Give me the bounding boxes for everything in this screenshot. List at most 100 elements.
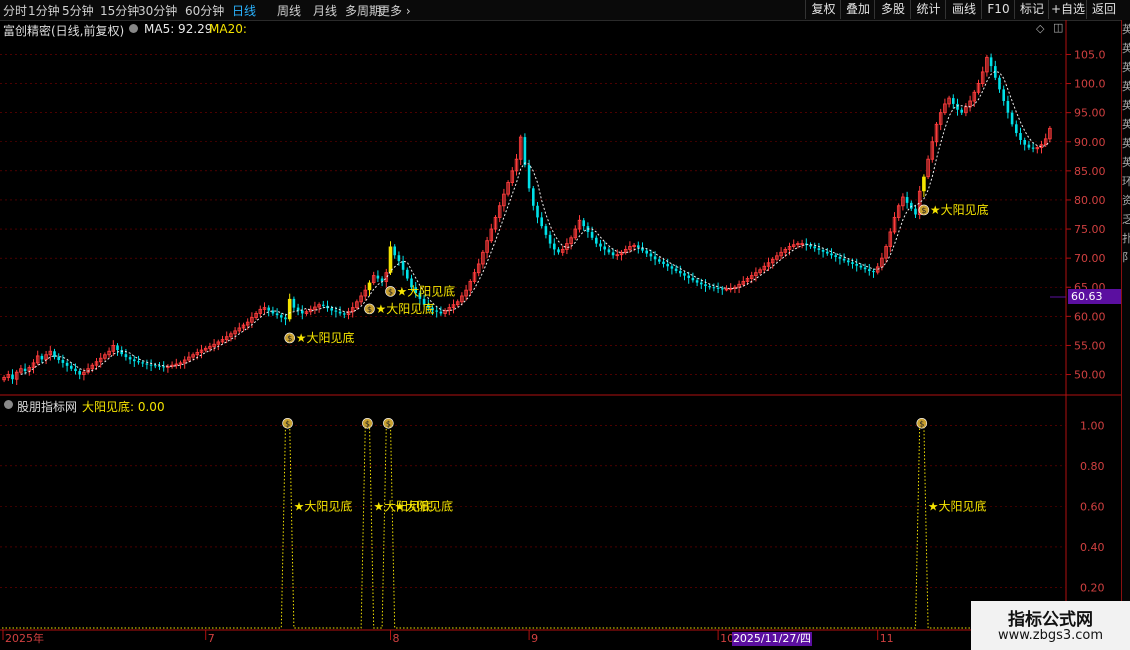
candle-body-down (720, 288, 724, 290)
candle-body-down (846, 260, 850, 263)
side-panel-char: 英 (1122, 77, 1130, 96)
candle-body-down (267, 307, 271, 311)
signal-label: ★大阳见底 (296, 330, 355, 345)
candle-body-down (590, 231, 594, 238)
candle-body-down (78, 371, 82, 375)
candle-body-down (162, 366, 166, 368)
candle-body-down (989, 57, 993, 67)
signal-label: ★大阳见底 (930, 202, 989, 217)
candle-body-down (292, 298, 296, 308)
candle-body-down (397, 255, 401, 262)
candle-body-down (956, 103, 959, 110)
indicator-title: 股朋指标网 (17, 400, 78, 414)
candle-body-down (674, 268, 678, 271)
diamond-icon[interactable]: ◇ (1036, 22, 1044, 35)
candle-body-down (817, 248, 821, 250)
candle-body-down (334, 310, 338, 312)
candle-body-down (69, 365, 73, 369)
candle-body-down (65, 362, 69, 366)
candle-body-down (552, 243, 556, 250)
price-axis-label: 70.00 (1074, 252, 1106, 265)
indicator-axis-label: 0.20 (1080, 581, 1105, 594)
candle-body-down (695, 280, 699, 283)
candle-body-down (653, 256, 657, 260)
chart-title: 富创精密(日线,前复权) (3, 24, 125, 38)
watermark-url: www.zbgs3.com (997, 628, 1104, 643)
candle-body-down (435, 310, 439, 312)
candle-body-down (599, 243, 602, 247)
candle-body-down (544, 226, 548, 235)
candle-body-down (116, 345, 119, 351)
candle-body-down (825, 251, 829, 254)
candle-body-down (712, 287, 716, 289)
indicator-money-glyph: $ (365, 419, 370, 428)
candle-body-down (531, 188, 535, 206)
candle-body-down (607, 249, 611, 253)
candle-body-down (704, 284, 707, 287)
candle-body-down (141, 362, 145, 364)
candle-body-down (582, 220, 586, 227)
side-panel-char: 英 (1122, 134, 1130, 153)
candle-body-down (548, 234, 552, 244)
candle-body-down (662, 261, 665, 264)
stock-chart[interactable]: 105.0 100.0 95.00 90.00 85.00 80.00 75.00 70.00… (0, 0, 1130, 650)
candle-body-down (1010, 112, 1014, 125)
candle-body-down (124, 354, 128, 358)
side-panel-char: 英 (1122, 20, 1130, 39)
candle-body-down (1023, 140, 1027, 145)
candle-body-down (821, 250, 825, 252)
candle-body-down (158, 365, 161, 367)
candle-body-down (540, 217, 544, 227)
indicator-axis-label: 1.00 (1080, 419, 1105, 432)
price-axis-label: 50.00 (1074, 369, 1106, 382)
candle-body-down (636, 245, 640, 248)
candle-body-down (300, 310, 304, 314)
price-axis-label: 100.0 (1074, 78, 1106, 91)
candle-body-down (678, 270, 682, 274)
signal-label: ★大阳见底 (376, 301, 435, 316)
candle-body-down (855, 263, 859, 266)
candle-body-down (523, 137, 527, 166)
candle-body-down (859, 265, 863, 268)
ma20-label: MA20: (209, 22, 247, 36)
candle-body-down (594, 237, 598, 244)
price-axis-label: 105.0 (1074, 48, 1106, 61)
watermark: 指标公式网 www.zbgs3.com (971, 601, 1130, 650)
price-axis-label: 75.00 (1074, 223, 1106, 236)
indicator-signal-label: ★大阳见底 (294, 498, 353, 513)
window-icon[interactable]: ◫ (1053, 21, 1063, 34)
candle-body-down (57, 357, 61, 360)
side-panel-char: 环 (1122, 172, 1130, 191)
candle-body-down (40, 355, 44, 360)
candle-body-down (909, 202, 913, 209)
watermark-title: 指标公式网 (1008, 610, 1093, 630)
candle-body-down (405, 269, 409, 279)
indicator-line (2, 424, 1052, 629)
candle-body-down (153, 365, 157, 367)
candle-body-down (1002, 89, 1006, 102)
candle-body-down (834, 255, 838, 257)
indicator-signal-label: ★大阳见底 (928, 498, 987, 513)
signal-candle (367, 282, 372, 291)
candle-body-down (838, 256, 842, 259)
signal-candle (287, 298, 292, 320)
candle-body-down (657, 259, 661, 262)
candle-body-down (611, 252, 615, 256)
candle-body-down (716, 287, 720, 289)
candle-body-down (321, 304, 325, 306)
indicator-axis-label: 0.80 (1080, 460, 1105, 473)
candle-body-down (137, 361, 140, 363)
candle-body-down (1031, 147, 1035, 149)
x-axis-label: 9 (531, 632, 538, 645)
signal-candle (922, 176, 926, 192)
right-side-panel[interactable]: 英英英英英英英英环资乏扑阝 (1121, 20, 1130, 630)
indicator-signal-label: ★大阳见底 (394, 498, 453, 513)
candle-body-down (128, 357, 132, 360)
candle-body-down (74, 368, 77, 372)
price-axis-label: 85.00 (1074, 165, 1106, 178)
indicator-dropdown-icon[interactable] (4, 400, 13, 409)
dropdown-icon[interactable] (129, 24, 138, 33)
candle-body-down (670, 266, 674, 269)
candle-body-down (401, 261, 405, 270)
candle-body-down (872, 270, 875, 273)
